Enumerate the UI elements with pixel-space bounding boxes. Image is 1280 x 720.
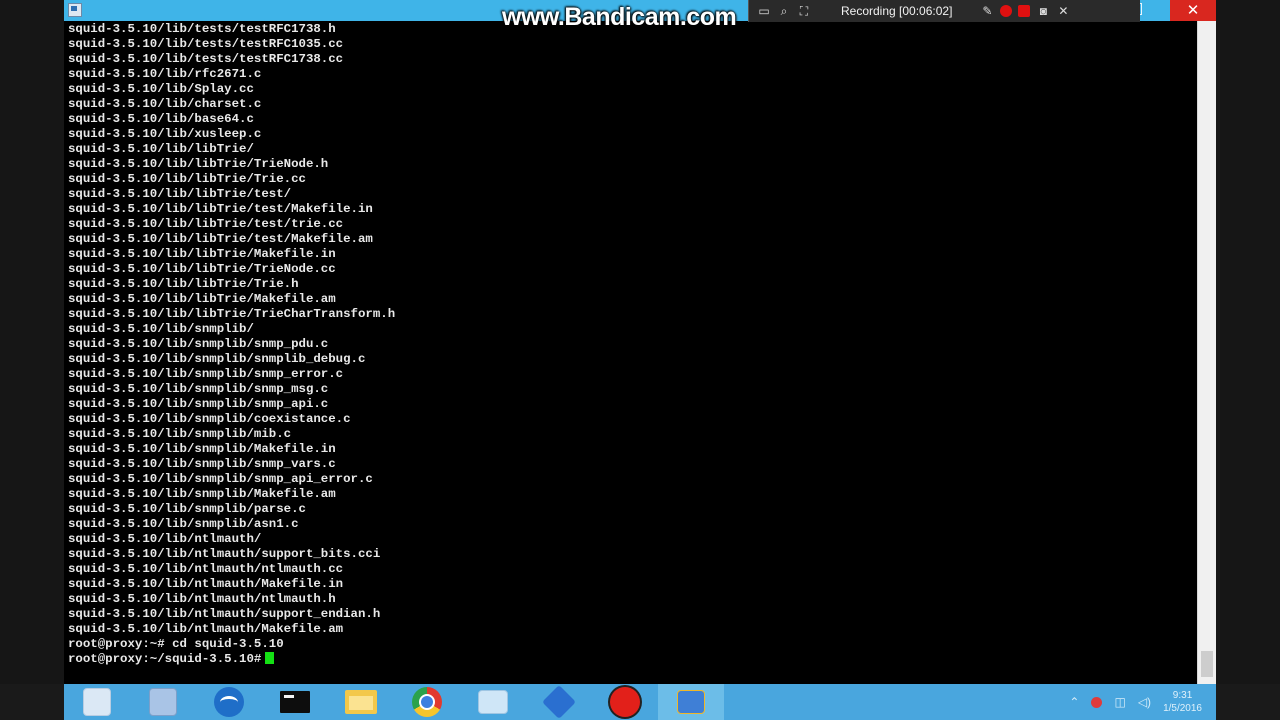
terminal-line: squid-3.5.10/lib/snmplib/snmp_error.c — [68, 367, 344, 381]
terminal-line: squid-3.5.10/lib/ntlmauth/ntlmauth.cc — [68, 562, 344, 576]
taskbar-app-6[interactable] — [394, 684, 460, 720]
explorer-icon — [345, 690, 377, 714]
terminal-line: squid-3.5.10/lib/libTrie/TrieNode.h — [68, 157, 329, 171]
terminal-line: squid-3.5.10/lib/ntlmauth/Makefile.in — [68, 577, 344, 591]
doc-icon — [149, 688, 177, 716]
terminal-line: root@proxy:~# cd squid-3.5.10 — [68, 637, 284, 651]
terminal-line: squid-3.5.10/lib/snmplib/snmp_pdu.c — [68, 337, 329, 351]
taskbar-app-8[interactable] — [526, 684, 592, 720]
terminal-line: squid-3.5.10/lib/snmplib/snmp_vars.c — [68, 457, 336, 471]
terminal-line: squid-3.5.10/lib/ntlmauth/ — [68, 532, 262, 546]
terminal-line: squid-3.5.10/lib/rfc2671.c — [68, 67, 262, 81]
terminal-line: squid-3.5.10/lib/libTrie/TrieCharTransfo… — [68, 307, 396, 321]
terminal-app-icon — [68, 3, 82, 17]
taskbar-app-5[interactable] — [328, 684, 394, 720]
terminal-line: squid-3.5.10/lib/libTrie/test/ — [68, 187, 292, 201]
terminal-line: squid-3.5.10/lib/libTrie/ — [68, 142, 254, 156]
volume-icon[interactable]: ◁) — [1138, 695, 1151, 709]
clock-time: 9:31 — [1172, 690, 1193, 701]
terminal-line: squid-3.5.10/lib/libTrie/Trie.cc — [68, 172, 306, 186]
desktop-left-margin — [0, 0, 64, 684]
terminal-line: squid-3.5.10/lib/snmplib/snmp_api.c — [68, 397, 329, 411]
notification-icon[interactable] — [1091, 696, 1103, 708]
taskbar-app-7[interactable] — [460, 684, 526, 720]
bandicam-watermark: www.Bandicam.com — [502, 3, 737, 31]
terminal-line: squid-3.5.10/lib/snmplib/asn1.c — [68, 517, 299, 531]
window-close-button[interactable]: ✕ — [1170, 0, 1216, 21]
recording-status: Recording [00:06:02] — [841, 4, 953, 18]
folder-ghost-icon — [83, 688, 111, 716]
system-tray: ⌃ ◫ ◁) 9:31 1/5/2016 — [1069, 689, 1216, 715]
terminal-line: squid-3.5.10/lib/ntlmauth/support_bits.c… — [68, 547, 381, 561]
terminal-line: squid-3.5.10/lib/snmplib/ — [68, 322, 254, 336]
clock-date: 1/5/2016 — [1163, 703, 1202, 714]
terminal-line: squid-3.5.10/lib/Splay.cc — [68, 82, 254, 96]
monitor-icon[interactable]: ▭ — [757, 4, 771, 18]
terminal-line: squid-3.5.10/lib/snmplib/snmplib_debug.c — [68, 352, 366, 366]
terminal-line: squid-3.5.10/lib/xusleep.c — [68, 127, 262, 141]
rec-icon — [610, 687, 640, 717]
chevron-up-icon[interactable]: ⌃ — [1069, 695, 1079, 709]
terminal-prompt-line[interactable]: root@proxy:~/squid-3.5.10# — [68, 652, 1198, 667]
record-icon[interactable] — [1000, 5, 1013, 17]
taskbar-app-1[interactable] — [64, 684, 130, 720]
terminal-line: squid-3.5.10/lib/snmplib/parse.c — [68, 502, 306, 516]
cube-icon — [542, 685, 576, 719]
taskbar-app-3[interactable] — [196, 684, 262, 720]
terminal-window: ✕ squid-3.5.10/lib/tests/testRFC1738.h sq… — [64, 0, 1216, 684]
terminal-line: squid-3.5.10/lib/ntlmauth/support_endian… — [68, 607, 381, 621]
taskbar-app-10[interactable] — [658, 684, 724, 720]
fullscreen-icon[interactable]: ⛶ — [797, 4, 811, 18]
files-icon — [478, 690, 508, 714]
term-icon — [280, 691, 310, 713]
desktop-right-margin — [1216, 0, 1280, 684]
clock[interactable]: 9:31 1/5/2016 — [1163, 689, 1202, 715]
terminal-output[interactable]: squid-3.5.10/lib/tests/testRFC1738.h squi… — [68, 22, 1198, 682]
terminal-line: squid-3.5.10/lib/snmplib/Makefile.am — [68, 487, 336, 501]
taskbar-app-4[interactable] — [262, 684, 328, 720]
network-icon[interactable]: ◫ — [1114, 695, 1125, 709]
terminal-line: squid-3.5.10/lib/libTrie/test/Makefile.a… — [68, 232, 373, 246]
terminal-line: squid-3.5.10/lib/libTrie/test/Makefile.i… — [68, 202, 373, 216]
vertical-scrollbar[interactable] — [1197, 21, 1216, 684]
terminal-line: squid-3.5.10/lib/libTrie/Trie.h — [68, 277, 299, 291]
close-icon[interactable]: ✕ — [1056, 4, 1070, 18]
camera-icon[interactable]: ◙ — [1036, 4, 1050, 18]
terminal-line: squid-3.5.10/lib/base64.c — [68, 112, 254, 126]
bandicam-record-bar: ▭ ⌕ ⛶ Recording [00:06:02] ✎ ◙ ✕ — [748, 0, 1140, 22]
scrollbar-thumb[interactable] — [1201, 651, 1213, 677]
terminal-line: squid-3.5.10/lib/libTrie/Makefile.in — [68, 247, 336, 261]
taskbar: ⌃ ◫ ◁) 9:31 1/5/2016 — [64, 684, 1216, 720]
taskbar-app-9[interactable] — [592, 684, 658, 720]
terminal-line: squid-3.5.10/lib/libTrie/Makefile.am — [68, 292, 336, 306]
network-icon — [677, 690, 705, 714]
terminal-line: squid-3.5.10/lib/charset.c — [68, 97, 262, 111]
terminal-line: squid-3.5.10/lib/libTrie/test/trie.cc — [68, 217, 344, 231]
phone-icon — [214, 687, 244, 717]
terminal-line: squid-3.5.10/lib/snmplib/snmp_api_error.… — [68, 472, 373, 486]
terminal-line: squid-3.5.10/lib/ntlmauth/Makefile.am — [68, 622, 344, 636]
terminal-line: squid-3.5.10/lib/snmplib/mib.c — [68, 427, 292, 441]
terminal-line: squid-3.5.10/lib/tests/testRFC1035.cc — [68, 37, 344, 51]
terminal-line: squid-3.5.10/lib/libTrie/TrieNode.cc — [68, 262, 336, 276]
stop-icon[interactable] — [1018, 5, 1031, 17]
terminal-prompt: root@proxy:~/squid-3.5.10# — [68, 652, 262, 666]
terminal-line: squid-3.5.10/lib/snmplib/Makefile.in — [68, 442, 336, 456]
terminal-line: squid-3.5.10/lib/ntlmauth/ntlmauth.h — [68, 592, 336, 606]
text-cursor — [265, 652, 275, 664]
search-icon[interactable]: ⌕ — [777, 4, 791, 18]
terminal-line: squid-3.5.10/lib/snmplib/snmp_msg.c — [68, 382, 329, 396]
terminal-line: squid-3.5.10/lib/tests/testRFC1738.cc — [68, 52, 344, 66]
pencil-icon[interactable]: ✎ — [980, 4, 994, 18]
chrome-icon — [412, 687, 442, 717]
terminal-line: squid-3.5.10/lib/snmplib/coexistance.c — [68, 412, 351, 426]
taskbar-app-2[interactable] — [130, 684, 196, 720]
